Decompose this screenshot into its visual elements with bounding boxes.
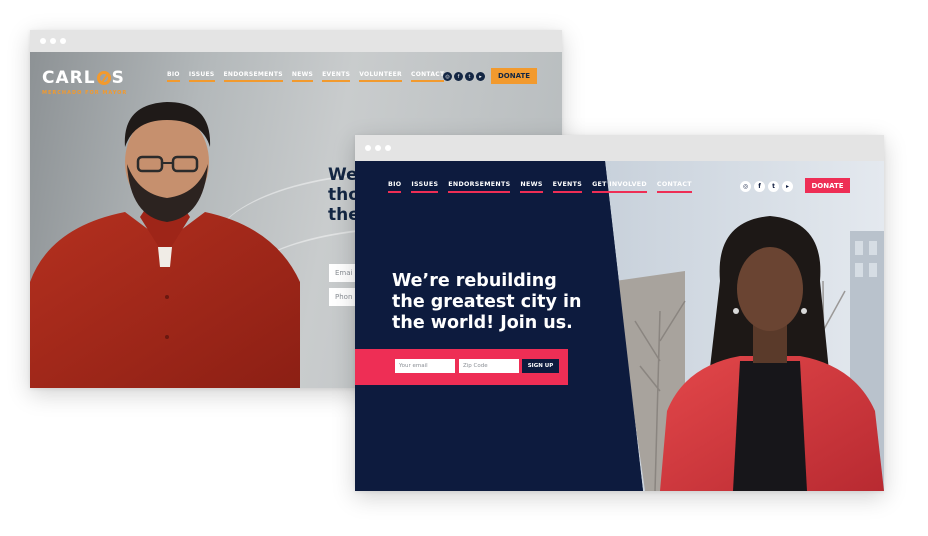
front-window-titlebar	[355, 135, 884, 161]
nav-item-news[interactable]: NEWS	[291, 71, 314, 82]
logo-tagline: MERCHADO FOR MAYOR	[42, 90, 128, 96]
nav-item-bio[interactable]: BIO	[167, 71, 180, 82]
twitter-icon[interactable]: t	[465, 72, 474, 81]
back-main-nav: BIO ISSUES ENDORSEMENTS NEWS EVENTS VOLU…	[167, 71, 445, 82]
back-social-links: ◎ f t ▸	[443, 72, 485, 81]
logo-wordmark: CARL S	[42, 68, 127, 88]
nav-item-contact[interactable]: CONTACT	[656, 181, 692, 193]
window-dot	[385, 145, 391, 151]
window-dot	[60, 38, 66, 44]
candidate-photo	[30, 102, 300, 388]
facebook-icon[interactable]: f	[754, 181, 765, 192]
campaign-logo[interactable]: CARL S MERCHADO FOR MAYOR	[42, 68, 127, 96]
front-main-nav: BIO ISSUES ENDORSEMENTS NEWS EVENTS GET …	[388, 181, 692, 193]
nav-item-get-involved[interactable]: GET INVOLVED	[592, 181, 647, 193]
nav-item-issues[interactable]: ISSUES	[188, 71, 215, 82]
twitter-icon[interactable]: t	[768, 181, 779, 192]
nav-item-endorsements[interactable]: ENDORSEMENTS	[448, 181, 511, 193]
donate-button[interactable]: DONATE	[805, 178, 850, 193]
nav-item-endorsements[interactable]: ENDORSEMENTS	[223, 71, 283, 82]
nav-item-bio[interactable]: BIO	[388, 181, 402, 193]
front-browser-window: BIO ISSUES ENDORSEMENTS NEWS EVENTS GET …	[355, 135, 884, 491]
window-dot	[40, 38, 46, 44]
front-headline: We’re rebuilding the greatest city in th…	[392, 271, 592, 334]
nav-item-news[interactable]: NEWS	[520, 181, 543, 193]
front-hero-section: BIO ISSUES ENDORSEMENTS NEWS EVENTS GET …	[355, 161, 884, 491]
logo-o-mark	[96, 71, 111, 85]
instagram-icon[interactable]: ◎	[443, 72, 452, 81]
youtube-icon[interactable]: ▸	[782, 181, 793, 192]
headline-line: the world! Join us.	[392, 313, 573, 333]
youtube-icon[interactable]: ▸	[476, 72, 485, 81]
window-dot	[375, 145, 381, 151]
back-window-titlebar	[30, 30, 562, 52]
window-dot	[50, 38, 56, 44]
nav-item-contact[interactable]: CONTACT	[410, 71, 445, 82]
nav-item-events[interactable]: EVENTS	[322, 71, 351, 82]
donate-button[interactable]: DONATE	[491, 68, 537, 84]
nav-item-volunteer[interactable]: VOLUNTEER	[359, 71, 402, 82]
window-dot	[365, 145, 371, 151]
zip-code-field[interactable]: Zip Code	[459, 359, 519, 373]
headline-line: the greatest city in	[392, 292, 582, 312]
logo-text-start: CARL	[42, 68, 96, 88]
nav-item-events[interactable]: EVENTS	[552, 181, 583, 193]
email-field[interactable]: Your email	[395, 359, 455, 373]
headline-line: We’re rebuilding	[392, 271, 557, 291]
sign-up-button[interactable]: SIGN UP	[522, 359, 559, 373]
facebook-icon[interactable]: f	[454, 72, 463, 81]
nav-item-issues[interactable]: ISSUES	[411, 181, 439, 193]
logo-text-end: S	[111, 68, 125, 88]
front-social-links: ◎ f t ▸	[740, 181, 793, 192]
instagram-icon[interactable]: ◎	[740, 181, 751, 192]
